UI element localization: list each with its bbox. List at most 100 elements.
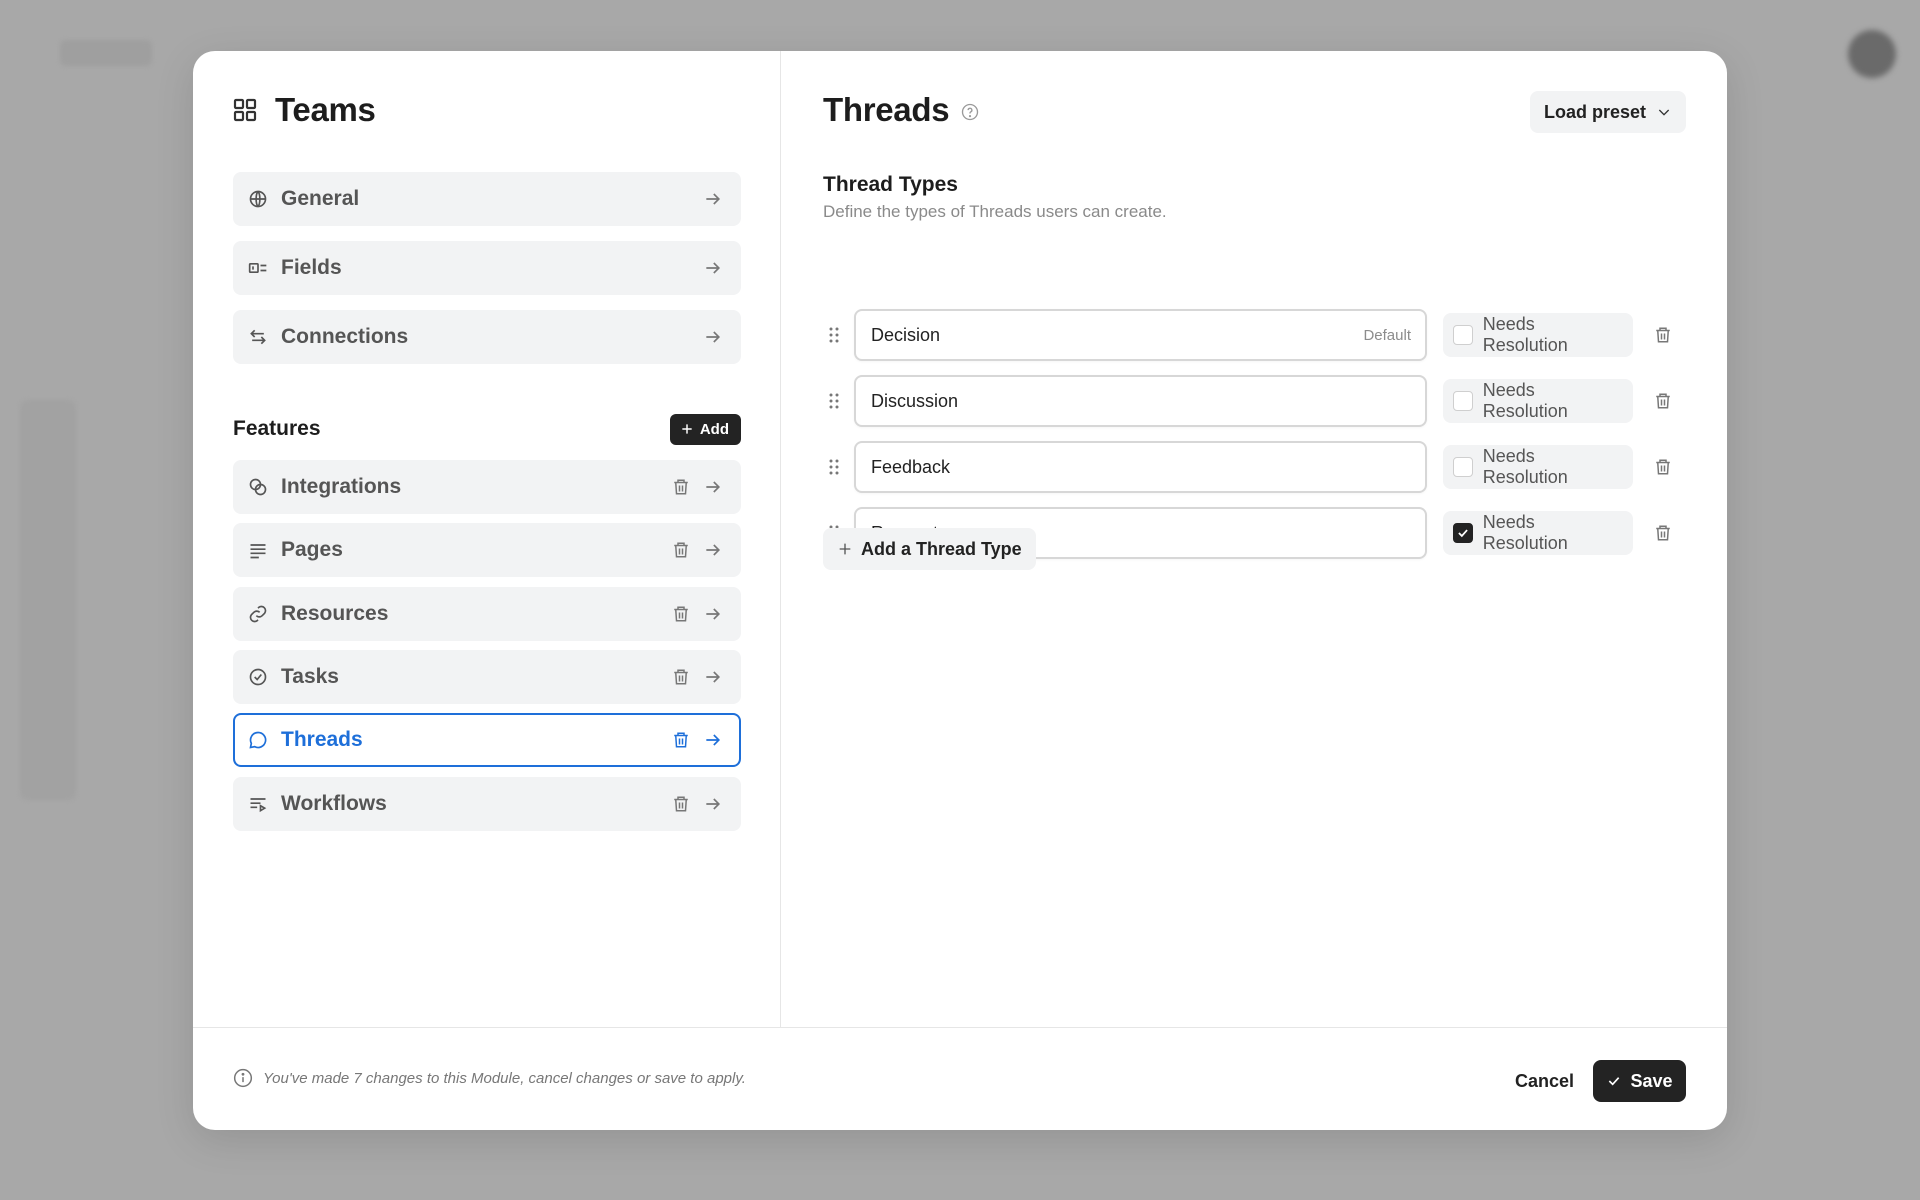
trash-icon[interactable] (669, 602, 693, 626)
arrow-right-icon (701, 187, 725, 211)
background-avatar (1848, 30, 1896, 78)
trash-icon[interactable] (1651, 389, 1675, 413)
needs-resolution-toggle[interactable]: Needs Resolution (1443, 313, 1633, 357)
arrow-right-icon (701, 325, 725, 349)
thread-types-subtitle: Define the types of Threads users can cr… (823, 202, 1167, 221)
nav-item-label: General (281, 187, 360, 210)
add-thread-type-button[interactable]: Add a Thread Type (823, 528, 1036, 570)
trash-icon[interactable] (1651, 455, 1675, 479)
nav-item-fields[interactable]: Fields (233, 241, 741, 295)
arrow-right-icon (701, 792, 725, 816)
arrow-right-icon (701, 665, 725, 689)
nav-item-general[interactable]: General (233, 172, 741, 226)
feature-item-label: Pages (281, 538, 343, 561)
feature-item-pages[interactable]: Pages (233, 523, 741, 577)
feature-item-workflows[interactable]: Workflows (233, 777, 741, 831)
thread-type-input[interactable]: Feedback (854, 441, 1427, 493)
thread-type-row: Feedback Needs Resolution (823, 441, 1687, 493)
thread-type-row: Discussion Needs Resolution (823, 375, 1687, 427)
arrow-right-icon (701, 728, 725, 752)
plus-icon (837, 541, 853, 557)
modal-footer: You've made 7 changes to this Module, ca… (193, 1027, 1727, 1130)
section-page-title: Threads (823, 91, 950, 128)
save-label: Save (1630, 1070, 1673, 1091)
needs-resolution-toggle[interactable]: Needs Resolution (1443, 445, 1633, 489)
add-feature-button[interactable]: Add (669, 413, 741, 445)
trash-icon[interactable] (669, 792, 693, 816)
trash-icon[interactable] (1651, 521, 1675, 545)
feature-item-label: Resources (281, 602, 389, 625)
right-header: Threads (823, 91, 979, 129)
needs-resolution-toggle[interactable]: Needs Resolution (1443, 511, 1633, 555)
needs-resolution-label: Needs Resolution (1482, 314, 1568, 355)
arrow-right-icon (701, 256, 725, 280)
features-title: Features (233, 417, 321, 440)
trash-icon[interactable] (669, 728, 693, 752)
drag-handle-icon[interactable] (823, 456, 845, 478)
thread-type-row: Decision Default Needs Resolution (823, 309, 1687, 361)
plus-icon (680, 422, 694, 436)
feature-item-label: Workflows (281, 792, 387, 815)
needs-resolution-checkbox[interactable] (1453, 523, 1473, 543)
right-pane: Threads Load preset Thread Types Define … (782, 51, 1727, 1027)
features-header: Features Add (233, 413, 741, 445)
left-header: Teams (233, 91, 376, 129)
needs-resolution-checkbox[interactable] (1453, 457, 1473, 477)
chevron-down-icon (1656, 104, 1672, 120)
feature-item-label: Tasks (281, 665, 339, 688)
chat-bubble-icon (245, 727, 271, 753)
arrow-right-icon (701, 475, 725, 499)
thread-type-value: Decision (871, 324, 941, 345)
trash-icon[interactable] (669, 475, 693, 499)
save-button[interactable]: Save (1593, 1060, 1686, 1102)
nav-item-label: Connections (281, 325, 409, 348)
page-title: Teams (275, 91, 376, 128)
field-icon (245, 255, 271, 281)
grid-icon (233, 98, 257, 122)
swap-icon (245, 324, 271, 350)
feature-item-label: Threads (281, 728, 363, 751)
needs-resolution-label: Needs Resolution (1482, 512, 1568, 553)
info-icon (233, 1068, 253, 1088)
link-icon (245, 601, 271, 627)
add-feature-label: Add (699, 420, 729, 438)
help-icon[interactable] (961, 103, 979, 121)
nav-item-connections[interactable]: Connections (233, 310, 741, 364)
check-circle-icon (245, 664, 271, 690)
feature-item-resources[interactable]: Resources (233, 587, 741, 641)
feature-item-integrations[interactable]: Integrations (233, 460, 741, 514)
feature-item-tasks[interactable]: Tasks (233, 650, 741, 704)
check-icon (1458, 529, 1468, 538)
load-preset-dropdown[interactable]: Load preset (1529, 91, 1686, 133)
trash-icon[interactable] (669, 538, 693, 562)
drag-handle-icon[interactable] (823, 390, 845, 412)
arrow-right-icon (701, 602, 725, 626)
integrations-icon (245, 474, 271, 500)
check-icon (1606, 1073, 1622, 1089)
needs-resolution-toggle[interactable]: Needs Resolution (1443, 379, 1633, 423)
drag-handle-icon[interactable] (823, 324, 845, 346)
background-sidebar (20, 400, 76, 800)
lines-icon (245, 537, 271, 563)
arrow-right-icon (701, 538, 725, 562)
thread-type-input[interactable]: Discussion (854, 375, 1427, 427)
feature-item-threads[interactable]: Threads (233, 713, 741, 767)
load-preset-label: Load preset (1543, 101, 1646, 122)
thread-type-input[interactable]: Decision Default (854, 309, 1427, 361)
changes-notice-text: You've made 7 changes to this Module, ca… (263, 1069, 746, 1087)
thread-type-value: Feedback (871, 456, 951, 477)
workflow-icon (245, 791, 271, 817)
needs-resolution-label: Needs Resolution (1482, 380, 1568, 421)
needs-resolution-label: Needs Resolution (1482, 446, 1568, 487)
trash-icon[interactable] (1651, 323, 1675, 347)
settings-modal: Teams General Fields Connections Feature… (193, 51, 1727, 1130)
feature-item-label: Integrations (281, 475, 402, 498)
left-pane: Teams General Fields Connections Feature… (193, 51, 781, 1027)
cancel-button[interactable]: Cancel (1503, 1060, 1586, 1102)
globe-icon (245, 186, 271, 212)
trash-icon[interactable] (669, 665, 693, 689)
needs-resolution-checkbox[interactable] (1453, 325, 1473, 345)
nav-item-label: Fields (281, 256, 342, 279)
needs-resolution-checkbox[interactable] (1453, 391, 1473, 411)
changes-notice: You've made 7 changes to this Module, ca… (233, 1068, 746, 1088)
